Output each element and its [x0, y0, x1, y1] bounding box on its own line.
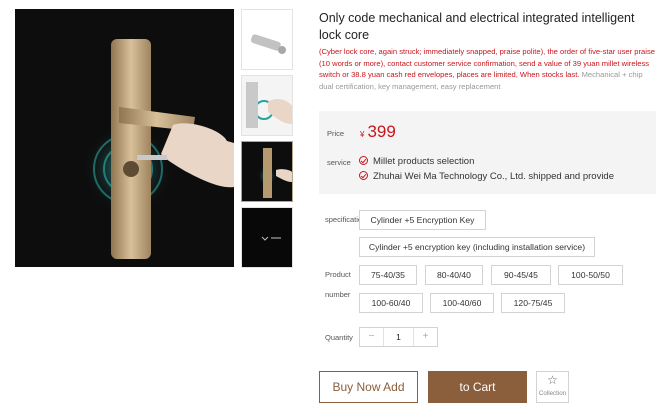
check-circle-icon — [359, 156, 368, 165]
spec-option[interactable]: Cylinder +5 encryption key (including in… — [359, 237, 595, 257]
product-title: Only code mechanical and electrical inte… — [319, 11, 635, 42]
product-number-option[interactable]: 100-60/40 — [359, 293, 423, 313]
currency-symbol: ¥ — [360, 130, 365, 139]
promo-text: (Cyber lock core, again struck; immediat… — [319, 46, 659, 92]
buy-now-button[interactable]: Buy Now Add — [319, 371, 418, 403]
product-number-label-line2: number — [325, 290, 351, 299]
service-item: Zhuhai Wei Ma Technology Co., Ltd. shipp… — [359, 171, 614, 182]
quantity-increase-button[interactable]: + — [414, 328, 437, 346]
price-number: 399 — [367, 122, 396, 141]
price-label: Price — [327, 129, 345, 138]
check-circle-icon — [359, 171, 368, 180]
quantity-decrease-button[interactable]: − — [360, 328, 383, 346]
thumbnail-lock-glow[interactable] — [241, 141, 293, 202]
thumbnail-list — [241, 9, 293, 273]
collection-button[interactable]: ☆ Collection — [536, 371, 569, 403]
product-number-label-line1: Product — [325, 270, 351, 279]
product-number-option[interactable]: 120-75/45 — [501, 293, 565, 313]
service-item-text: Millet products selection — [373, 156, 475, 167]
service-item-text: Zhuhai Wei Ma Technology Co., Ltd. shipp… — [373, 171, 614, 182]
product-number-option[interactable]: 90-45/45 — [491, 265, 551, 285]
collection-label: Collection — [538, 390, 567, 397]
product-number-option[interactable]: 80-40/40 — [425, 265, 483, 285]
product-info: Only code mechanical and electrical inte… — [319, 10, 659, 92]
main-product-image — [15, 9, 234, 267]
service-item: Millet products selection — [359, 156, 474, 167]
price-panel: Price ¥399 service Millet products selec… — [319, 111, 656, 194]
quantity-stepper: − 1 + — [359, 327, 438, 347]
price-value: ¥399 — [360, 122, 396, 142]
quantity-input[interactable]: 1 — [383, 328, 414, 346]
spec-option[interactable]: Cylinder +5 Encryption Key — [359, 210, 486, 230]
thumbnail-hand-key[interactable] — [241, 75, 293, 136]
product-number-option[interactable]: 75-40/35 — [359, 265, 417, 285]
add-to-cart-button[interactable]: to Cart — [428, 371, 527, 403]
service-label: service — [327, 158, 351, 167]
product-number-option[interactable]: 100-50/50 — [558, 265, 623, 285]
thumbnail-cylinder[interactable] — [241, 9, 293, 70]
star-outline-icon: ☆ — [547, 373, 558, 387]
thumbnail-dark[interactable] — [241, 207, 293, 268]
product-number-option[interactable]: 100-40/60 — [430, 293, 494, 313]
quantity-label: Quantity — [325, 333, 353, 342]
